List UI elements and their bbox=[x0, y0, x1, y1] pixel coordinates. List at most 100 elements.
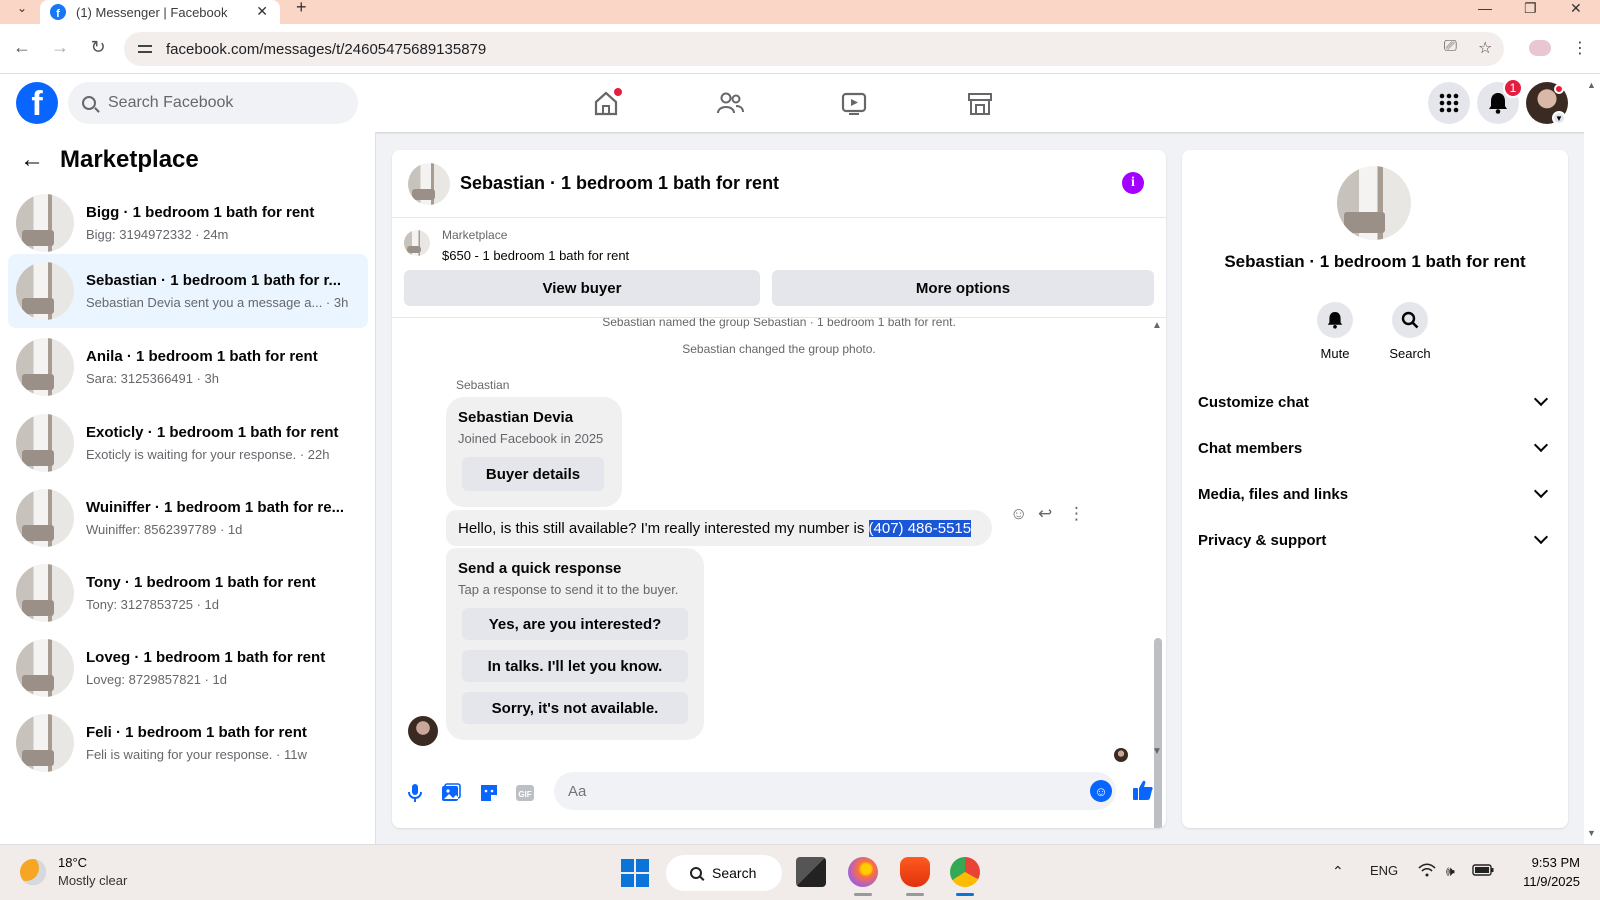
chat-title[interactable]: Sebastian · 1 bedroom 1 bath for rent bbox=[460, 173, 779, 194]
microphone-icon[interactable] bbox=[404, 782, 426, 804]
group-photo[interactable] bbox=[1337, 166, 1411, 240]
account-chevron-icon[interactable]: ▼ bbox=[1552, 111, 1566, 125]
install-app-icon[interactable]: ⎚ bbox=[1444, 38, 1457, 56]
weather-temperature[interactable]: 18°C bbox=[58, 855, 87, 870]
chat-group-photo[interactable] bbox=[408, 162, 450, 205]
conversation-item-loveg[interactable]: Loveg · 1 bedroom 1 bath for rent Loveg:… bbox=[8, 631, 368, 705]
chat-members-section[interactable]: Chat members bbox=[1198, 430, 1552, 466]
system-clock[interactable]: 9:53 PM 11/9/2025 bbox=[1500, 855, 1580, 889]
facebook-favicon-icon: f bbox=[50, 4, 66, 20]
customize-chat-section[interactable]: Customize chat bbox=[1198, 384, 1552, 420]
page-scrollbar[interactable]: ▲ ▼ bbox=[1584, 74, 1600, 844]
sticker-icon[interactable] bbox=[478, 782, 500, 804]
privacy-support-section[interactable]: Privacy & support bbox=[1198, 522, 1552, 558]
emoji-icon[interactable]: ☺ bbox=[1090, 780, 1112, 802]
firefox-running-indicator bbox=[854, 893, 872, 896]
address-bar[interactable]: facebook.com/messages/t/2460547568913587… bbox=[124, 32, 1504, 66]
react-emoji-icon[interactable]: ☺ bbox=[1010, 504, 1027, 524]
conversation-item-wuiniffer[interactable]: Wuiniffer · 1 bedroom 1 bath for re... W… bbox=[8, 481, 368, 555]
conversation-info-icon[interactable]: i bbox=[1122, 172, 1144, 194]
input-language[interactable]: ENG bbox=[1370, 863, 1398, 878]
conversation-item-exoticly[interactable]: Exoticly · 1 bedroom 1 bath for rent Exo… bbox=[8, 406, 368, 480]
svg-text:GIF: GIF bbox=[518, 790, 531, 799]
close-window-button[interactable]: ✕ bbox=[1570, 0, 1582, 17]
windows-start-icon[interactable] bbox=[621, 859, 649, 887]
tab-search-chevron-icon[interactable]: ⌄ bbox=[12, 0, 32, 16]
tab-close-icon[interactable]: ✕ bbox=[256, 3, 268, 20]
conversation-name: Anila · 1 bedroom 1 bath for rent bbox=[86, 348, 318, 365]
forward-button[interactable]: → bbox=[48, 37, 72, 58]
conversation-name: Feli · 1 bedroom 1 bath for rent bbox=[86, 724, 307, 741]
tab-title: (1) Messenger | Facebook bbox=[76, 4, 228, 20]
conversation-item-feli[interactable]: Feli · 1 bedroom 1 bath for rent Feli is… bbox=[8, 706, 368, 780]
browser-tab[interactable]: f (1) Messenger | Facebook ✕ bbox=[40, 0, 280, 24]
message-more-icon[interactable]: ⋮ bbox=[1068, 504, 1085, 524]
like-thumbs-up-icon[interactable] bbox=[1132, 779, 1154, 807]
chrome-icon[interactable] bbox=[950, 857, 980, 887]
battery-icon[interactable] bbox=[1472, 863, 1494, 879]
quick-response-yes[interactable]: Yes, are you interested? bbox=[462, 608, 688, 640]
listing-thumbnail bbox=[16, 489, 74, 547]
bookmark-star-icon[interactable]: ☆ bbox=[1478, 38, 1492, 58]
taskbar-search-label: Search bbox=[712, 865, 757, 881]
browser-profile-icon[interactable] bbox=[1529, 40, 1551, 56]
minimize-button[interactable]: — bbox=[1478, 0, 1492, 16]
weather-condition[interactable]: Mostly clear bbox=[58, 873, 127, 888]
quick-response-not-available[interactable]: Sorry, it's not available. bbox=[462, 692, 688, 724]
taskbar-search[interactable]: Search bbox=[666, 855, 782, 891]
message-input[interactable] bbox=[554, 772, 1116, 810]
chat-scrollbar[interactable]: ▲ ▼ bbox=[1150, 318, 1166, 828]
restore-button[interactable]: ❐ bbox=[1524, 0, 1537, 17]
marketplace-icon[interactable] bbox=[966, 90, 994, 116]
listing-thumbnail bbox=[404, 230, 430, 256]
brave-icon[interactable] bbox=[900, 857, 930, 887]
photo-icon[interactable] bbox=[440, 782, 462, 804]
media-files-links-section[interactable]: Media, files and links bbox=[1198, 476, 1552, 512]
url-text: facebook.com/messages/t/2460547568913587… bbox=[166, 40, 487, 58]
gif-icon[interactable]: GIF bbox=[514, 782, 536, 804]
mute-button[interactable]: Mute bbox=[1300, 302, 1370, 361]
back-button[interactable]: ← bbox=[10, 37, 34, 58]
buyer-profile-card: Sebastian Devia Joined Facebook in 2025 … bbox=[446, 397, 622, 507]
browser-menu-icon[interactable]: ⋮ bbox=[1572, 38, 1588, 58]
buyer-details-button[interactable]: Buyer details bbox=[462, 457, 604, 491]
conversation-preview: Wuiniffer: 8562397789 · 1d bbox=[86, 522, 243, 537]
search-placeholder: Search Facebook bbox=[108, 94, 234, 111]
view-buyer-button[interactable]: View buyer bbox=[404, 270, 760, 306]
facebook-logo-icon[interactable]: f bbox=[16, 82, 58, 124]
search-icon bbox=[82, 96, 96, 110]
conversation-item-bigg[interactable]: Bigg · 1 bedroom 1 bath for rent Bigg: 3… bbox=[8, 186, 368, 260]
conversation-preview: Sebastian Devia sent you a message a... … bbox=[86, 295, 349, 310]
conversation-preview: Loveg: 8729857821 · 1d bbox=[86, 672, 227, 687]
volume-icon[interactable]: 🕪 bbox=[1446, 863, 1455, 880]
friends-icon[interactable] bbox=[716, 90, 744, 116]
listing-price-title[interactable]: $650 - 1 bedroom 1 bath for rent bbox=[442, 248, 629, 263]
site-info-icon[interactable] bbox=[138, 42, 154, 56]
message-bubble[interactable]: Hello, is this still available? I'm real… bbox=[446, 510, 992, 546]
reply-arrow-icon[interactable]: ↩ bbox=[1038, 504, 1052, 524]
profile-notification-dot bbox=[1554, 84, 1564, 94]
file-explorer-icon[interactable] bbox=[796, 857, 826, 887]
firefox-icon[interactable] bbox=[848, 857, 878, 887]
new-tab-button[interactable]: + bbox=[296, 0, 307, 16]
search-in-conversation-button[interactable]: Search bbox=[1375, 302, 1445, 361]
show-hidden-icons-chevron-icon[interactable]: ⌃ bbox=[1332, 863, 1344, 880]
quick-response-in-talks[interactable]: In talks. I'll let you know. bbox=[462, 650, 688, 682]
wifi-icon[interactable] bbox=[1418, 863, 1436, 880]
conversation-item-sebastian[interactable]: Sebastian · 1 bedroom 1 bath for r... Se… bbox=[8, 254, 368, 328]
reload-button[interactable]: ↻ bbox=[86, 37, 110, 58]
conversation-item-tony[interactable]: Tony · 1 bedroom 1 bath for rent Tony: 3… bbox=[8, 556, 368, 630]
back-arrow-icon[interactable]: ← bbox=[20, 146, 44, 174]
sender-avatar[interactable] bbox=[408, 716, 438, 746]
weather-moon-icon[interactable] bbox=[20, 859, 46, 885]
details-title: Sebastian · 1 bedroom 1 bath for rent bbox=[1224, 252, 1526, 271]
conversation-item-anila[interactable]: Anila · 1 bedroom 1 bath for rent Sara: … bbox=[8, 330, 368, 404]
conversation-sidebar: ← Marketplace Bigg · 1 bedroom 1 bath fo… bbox=[0, 132, 376, 844]
facebook-search-input[interactable]: Search Facebook bbox=[68, 82, 358, 124]
more-options-button[interactable]: More options bbox=[772, 270, 1154, 306]
video-icon[interactable] bbox=[840, 90, 868, 116]
message-composer: GIF ☺ bbox=[392, 762, 1166, 828]
facebook-header: f Search Facebook bbox=[0, 74, 1600, 132]
menu-grid-icon[interactable] bbox=[1428, 82, 1470, 124]
chrome-active-indicator bbox=[956, 893, 974, 896]
